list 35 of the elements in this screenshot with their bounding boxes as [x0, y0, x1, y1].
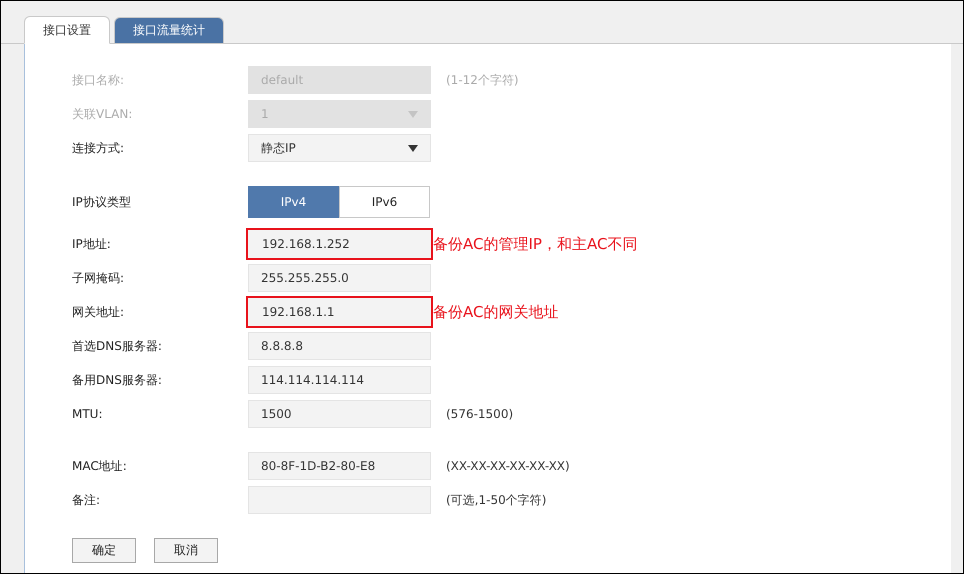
field-label: IP协议类型	[72, 194, 132, 210]
toggle-option[interactable]: IPv6	[339, 186, 430, 218]
annotation-text: 备份AC的网关地址	[433, 302, 558, 322]
input-field[interactable]: 255.255.255.0	[248, 264, 431, 292]
field-label: 网关地址:	[72, 304, 126, 320]
hint-text: (可选,1-50个字符)	[446, 492, 546, 508]
field-label: 关联VLAN:	[72, 106, 134, 122]
caret-icon	[408, 144, 418, 152]
input-field[interactable]: 8.8.8.8	[248, 332, 431, 360]
input-field[interactable]: 192.168.1.252	[246, 228, 433, 260]
field-label: 接口名称:	[72, 72, 126, 88]
form-button[interactable]: 取消	[154, 538, 218, 563]
input-field[interactable]: 114.114.114.114	[248, 366, 431, 394]
tab[interactable]: 接口流量统计	[114, 17, 224, 44]
hint-text: (1-12个字符)	[446, 72, 519, 88]
input-field[interactable]: 192.168.1.1	[246, 296, 433, 328]
dropdown[interactable]: 静态IP	[248, 134, 431, 162]
field-label: 子网掩码:	[72, 270, 126, 286]
annotation-text: 备份AC的管理IP，和主AC不同	[433, 234, 638, 254]
field-label: MAC地址:	[72, 458, 128, 474]
toggle-option[interactable]: IPv4	[248, 186, 339, 218]
field-label: MTU:	[72, 407, 104, 421]
field-label: 备用DNS服务器:	[72, 372, 163, 388]
hint-text: (576-1500)	[446, 407, 514, 421]
input-field[interactable]: 80-8F-1D-B2-80-E8	[248, 452, 431, 480]
field-label: IP地址:	[72, 236, 112, 252]
field-label: 连接方式:	[72, 140, 126, 156]
input-field[interactable]	[248, 486, 431, 514]
field-label: 首选DNS服务器:	[72, 338, 163, 354]
caret-icon	[408, 110, 418, 118]
tab[interactable]: 接口设置	[24, 16, 110, 44]
input-field[interactable]: 1500	[248, 400, 431, 428]
field-label: 备注:	[72, 492, 102, 508]
form-button[interactable]: 确定	[72, 538, 136, 563]
hint-text: (XX-XX-XX-XX-XX-XX)	[446, 459, 570, 473]
